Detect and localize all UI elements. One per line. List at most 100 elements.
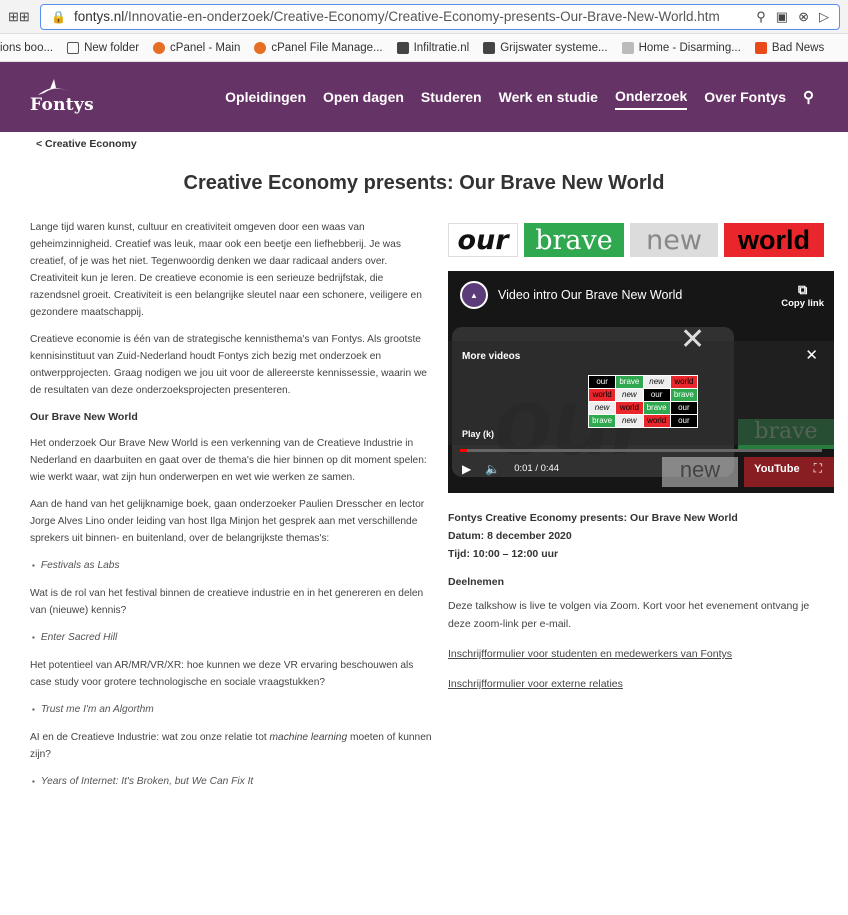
video-progress-bar[interactable] [460,449,822,452]
folder-icon [67,41,80,54]
thumb-word: new [589,402,616,414]
address-bar[interactable]: 🔒 fontys.nl/Innovatie-en-onderzoek/Creat… [40,3,840,30]
cpanel-icon [153,41,166,54]
document-icon [396,41,409,54]
bookmark-label: Bad News [771,41,825,54]
video-time: 0:01 / 0:44 [514,463,560,474]
fontys-logo[interactable]: Fontys [30,79,140,115]
youtube-embed[interactable]: our brave new ▲ Video intro Our Brave Ne… [448,271,834,493]
paragraph: Creatieve economie is één van de strateg… [30,334,427,396]
url-host: fontys.nl [73,9,125,24]
send-icon[interactable]: ▷ [819,9,829,25]
video-controls: ▶ 🔈 0:01 / 0:44 YouTube ⛶ [462,461,822,476]
bookmarks-bar: ions boo... New folder cPanel - Main cPa… [0,34,848,62]
video-title[interactable]: Video intro Our Brave New World [498,288,682,302]
volume-icon[interactable]: 🔈 [485,462,500,476]
signup-link-students[interactable]: Inschrijfformulier voor studenten en med… [448,645,834,663]
bookmark-label: Infiltratie.nl [413,41,470,54]
signup-link-external[interactable]: Inschrijfformulier voor externe relaties [448,675,834,693]
channel-avatar[interactable]: ▲ [460,281,488,309]
play-icon[interactable]: ▶ [462,462,471,476]
main-nav: Opleidingen Open dagen Studeren Werk en … [225,84,814,110]
theme-bullet: Trust me I'm an Algorthm [30,701,432,718]
bookmark-label: Home - Disarming... [638,41,741,54]
event-title: Fontys Creative Economy presents: Our Br… [448,512,738,524]
nav-onderzoek[interactable]: Onderzoek [614,84,688,110]
bookmark-item[interactable]: cPanel - Main [153,41,241,54]
thumb-word: new [616,415,643,427]
block-icon[interactable]: ⊗ [798,9,809,25]
main-content: Lange tijd waren kunst, cultuur en creat… [0,219,848,801]
brand-word-new: new [630,223,718,257]
bookmark-item[interactable]: Bad News [754,41,825,54]
copy-link-button[interactable]: ⧉ Copy link [781,282,824,309]
bookmark-item[interactable]: Grijswater systeme... [483,41,608,54]
bookmark-item[interactable]: ions boo... [0,42,53,54]
bookmark-item[interactable]: Home - Disarming... [621,41,741,54]
paragraph: Het potentieel van AR/MR/VR/XR: hoe kunn… [30,660,414,688]
thumb-word: brave [589,415,616,427]
bookmark-label: Grijswater systeme... [500,41,608,54]
thumb-word: our [643,389,670,401]
bookmark-label: cPanel - Main [170,41,241,54]
theme-bullet: Festivals as Labs [30,557,432,574]
thumb-word: world [616,402,643,414]
nav-werk-en-studie[interactable]: Werk en studie [499,85,598,109]
copy-link-label: Copy link [781,297,824,309]
url-path: /Innovatie-en-onderzoek/Creative-Economy… [124,9,720,24]
document-icon [483,41,496,54]
logo-wordmark: Fontys [30,95,94,115]
thumb-word: brave [670,389,697,401]
paragraph: Wat is de rol van het festival binnen de… [30,588,424,616]
thumb-word: brave [643,402,670,414]
thumb-word: new [616,389,643,401]
bookmark-item[interactable]: cPanel File Manage... [254,41,383,54]
more-videos-label: More videos [462,351,521,362]
search-icon[interactable]: ⚲ [803,88,814,106]
video-topbar: ▲ Video intro Our Brave New World ⧉ Copy… [460,281,824,309]
camera-icon[interactable]: ▣ [776,9,788,25]
badnews-icon [754,41,767,54]
thumb-word: world [643,415,670,427]
copy-icon: ⧉ [797,281,808,297]
thumb-word: world [589,389,616,401]
thumb-word: our [589,376,616,388]
nav-open-dagen[interactable]: Open dagen [323,85,404,109]
join-text: Deze talkshow is live te volgen via Zoom… [448,600,810,630]
bookmark-item[interactable]: Infiltratie.nl [396,41,470,54]
text-part: AI en de Creatieve Industrie: wat zou on… [30,732,270,743]
thumb-word: our [670,402,697,414]
breadcrumb[interactable]: < Creative Economy [0,132,848,154]
page-title: Creative Economy presents: Our Brave New… [183,172,665,194]
sidebar-column: our brave new world our brave new ▲ Vide… [448,219,834,801]
site-icon [621,41,634,54]
nav-over-fontys[interactable]: Over Fontys [704,85,786,109]
nav-opleidingen[interactable]: Opleidingen [225,85,306,109]
lock-icon: 🔒 [51,9,66,24]
paragraph: Het onderzoek Our Brave New World is een… [30,438,427,483]
paragraph: Lange tijd waren kunst, cultuur en creat… [30,222,422,318]
address-tools: ⚲ ▣ ⊗ ▷ [756,9,829,25]
theme-bullet: Enter Sacred Hill [30,629,432,646]
join-heading: Deelnemen [448,576,505,588]
fullscreen-icon[interactable]: ⛶ [814,461,822,476]
bookmark-item[interactable]: New folder [67,41,140,54]
apps-grid-icon[interactable]: ⊞⊞ [8,9,30,25]
article-body: Lange tijd waren kunst, cultuur en creat… [30,219,432,801]
cpanel-icon [254,41,267,54]
search-page-icon[interactable]: ⚲ [756,9,766,25]
paragraph: Aan de hand van het gelijknamige boek, g… [30,499,425,544]
video-thumbnail[interactable]: our brave new world world new our brave … [588,375,698,428]
thumb-word: our [670,415,697,427]
bookmark-label: cPanel File Manage... [271,41,383,54]
browser-toolbar: ⊞⊞ 🔒 fontys.nl/Innovatie-en-onderzoek/Cr… [0,0,848,34]
thumb-word: new [643,376,670,388]
brand-word-our: our [448,223,518,257]
close-icon[interactable]: ✕ [805,346,818,364]
youtube-logo[interactable]: YouTube [754,463,799,475]
site-header: Fontys Opleidingen Open dagen Studeren W… [0,62,848,132]
section-heading: Our Brave New World [30,411,138,423]
play-hint: Play (k) [462,429,495,439]
bookmark-label: New folder [84,41,140,54]
nav-studeren[interactable]: Studeren [421,85,482,109]
